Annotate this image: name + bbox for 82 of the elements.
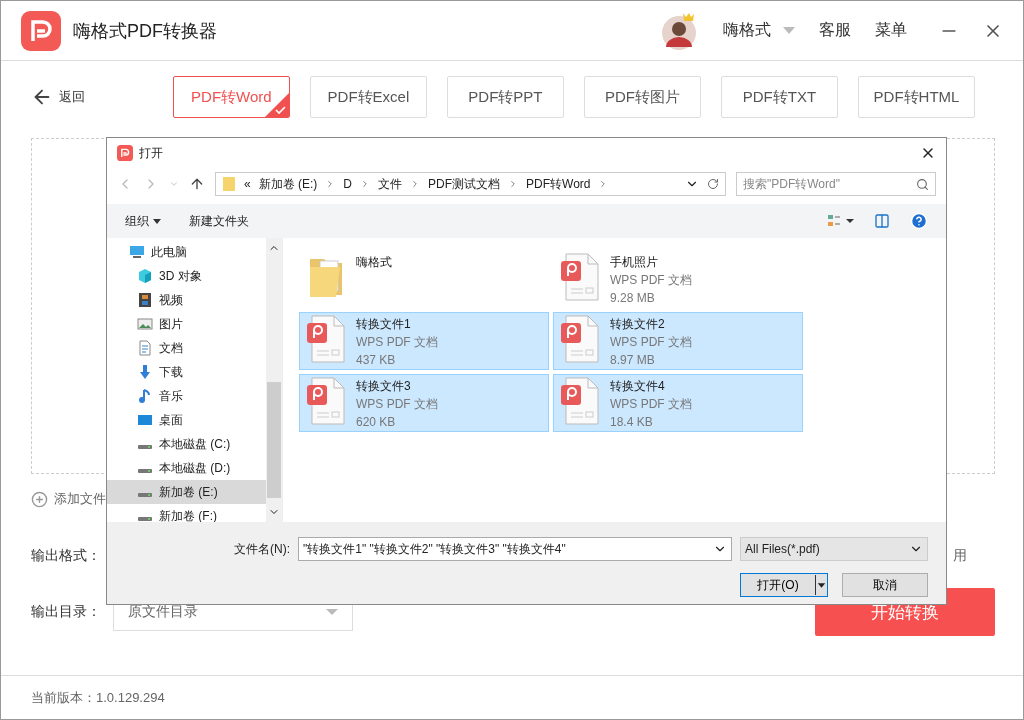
- nav-item[interactable]: 音乐: [107, 384, 266, 408]
- file-item[interactable]: 转换文件1 WPS PDF 文档 437 KB: [299, 312, 549, 370]
- search-field[interactable]: 搜索"PDF转Word": [736, 172, 936, 196]
- field-label: 输出目录：: [31, 603, 102, 621]
- user-name[interactable]: 嗨格式: [723, 20, 771, 41]
- computer-icon: [129, 244, 145, 260]
- help-icon[interactable]: [910, 212, 928, 230]
- format-tab[interactable]: PDF转Excel: [309, 76, 427, 118]
- logo-icon: [117, 145, 133, 161]
- field-label: 输出格式：: [31, 547, 102, 565]
- up-icon[interactable]: [189, 176, 205, 192]
- file-item[interactable]: 转换文件3 WPS PDF 文档 620 KB: [299, 374, 549, 432]
- nav-item[interactable]: 视频: [107, 288, 266, 312]
- back-button[interactable]: 返回: [31, 86, 173, 108]
- download-icon: [137, 364, 153, 380]
- logo-icon: [21, 10, 61, 51]
- dialog-title: 打开: [139, 144, 163, 162]
- file-item[interactable]: 转换文件2 WPS PDF 文档 8.97 MB: [553, 312, 803, 370]
- pdf-file-icon: [306, 315, 346, 363]
- drive-icon: [137, 467, 153, 474]
- music-note-icon: [137, 388, 153, 404]
- breadcrumb-label[interactable]: D: [343, 177, 353, 191]
- pdf-file-icon: [560, 315, 600, 363]
- header-link[interactable]: 菜单: [875, 20, 907, 41]
- filename-field[interactable]: "转换文件1" "转换文件2" "转换文件3" "转换文件4": [298, 537, 732, 561]
- pdf-file-icon: [560, 377, 600, 425]
- caret-icon: [815, 575, 827, 595]
- drive-icon: [137, 443, 153, 450]
- format-tab[interactable]: PDF转TXT: [720, 76, 838, 118]
- breadcrumb-label[interactable]: 新加卷 (E:): [258, 175, 318, 193]
- image-icon: [137, 316, 153, 332]
- format-tab[interactable]: PDF转图片: [583, 76, 701, 118]
- breadcrumb-label[interactable]: PDF测试文档: [428, 175, 501, 193]
- toolbar-button[interactable]: 新建文件夹: [189, 212, 249, 230]
- nav-item[interactable]: 图片: [107, 312, 266, 336]
- add-icon[interactable]: [31, 490, 48, 508]
- header-link[interactable]: 客服: [819, 20, 851, 41]
- desktop-icon: [137, 412, 153, 428]
- version-text: 当前版本：1.0.129.294: [31, 688, 165, 707]
- file-type-select[interactable]: All Files(*.pdf): [740, 537, 928, 561]
- cube-icon: [137, 268, 153, 284]
- toolbar-button[interactable]: 组织: [125, 212, 161, 230]
- app-title: 嗨格式PDF转换器: [73, 19, 218, 43]
- file-item[interactable]: 转换文件4 WPS PDF 文档 18.4 KB: [553, 374, 803, 432]
- cancel-button[interactable]: 取消: [842, 573, 928, 597]
- file-item[interactable]: 手机照片 WPS PDF 文档 9.28 MB: [553, 250, 803, 308]
- open-button[interactable]: 打开(O): [740, 573, 828, 597]
- search-icon: [916, 177, 929, 191]
- film-icon: [137, 292, 153, 308]
- breadcrumb-label[interactable]: 文件: [378, 175, 403, 193]
- file-item[interactable]: 嗨格式: [299, 250, 549, 308]
- option-text: 用: [953, 547, 967, 565]
- nav-item[interactable]: 文档: [107, 336, 266, 360]
- breadcrumb-label[interactable]: PDF转Word: [526, 175, 591, 193]
- view-options-icon[interactable]: [828, 214, 854, 228]
- caret-icon: [153, 218, 161, 224]
- nav-item[interactable]: 新加卷 (E:): [107, 480, 266, 504]
- drive-icon: [137, 491, 153, 498]
- drive-icon: [137, 515, 153, 522]
- format-tab[interactable]: PDF转HTML: [857, 76, 975, 118]
- caret-icon: [783, 26, 795, 35]
- preview-pane-icon[interactable]: [874, 213, 890, 229]
- scrollbar[interactable]: [266, 238, 282, 522]
- pdf-file-icon: [306, 377, 346, 425]
- caret-icon: [326, 608, 338, 616]
- format-tab[interactable]: PDF转PPT: [446, 76, 564, 118]
- format-tab[interactable]: PDF转Word: [172, 76, 290, 118]
- nav-item[interactable]: 桌面: [107, 408, 266, 432]
- add-file-link[interactable]: 添加文件: [54, 490, 106, 508]
- folder-icon: [222, 176, 236, 192]
- document-icon: [137, 340, 153, 356]
- nav-item[interactable]: 3D 对象: [107, 264, 266, 288]
- nav-item[interactable]: 新加卷 (F:): [107, 504, 266, 522]
- breadcrumb-label[interactable]: «: [244, 177, 251, 191]
- pdf-file-icon: [560, 253, 600, 301]
- address-bar[interactable]: « 新加卷 (E:) D 文件 PDF测试文档 PDF转Word: [215, 172, 726, 196]
- nav-item[interactable]: 此电脑: [107, 240, 266, 264]
- nav-item[interactable]: 本地磁盘 (C:): [107, 432, 266, 456]
- refresh-icon[interactable]: [707, 178, 719, 190]
- field-label: 文件名(N):: [234, 540, 290, 558]
- nav-item[interactable]: 下载: [107, 360, 266, 384]
- nav-item[interactable]: 本地磁盘 (D:): [107, 456, 266, 480]
